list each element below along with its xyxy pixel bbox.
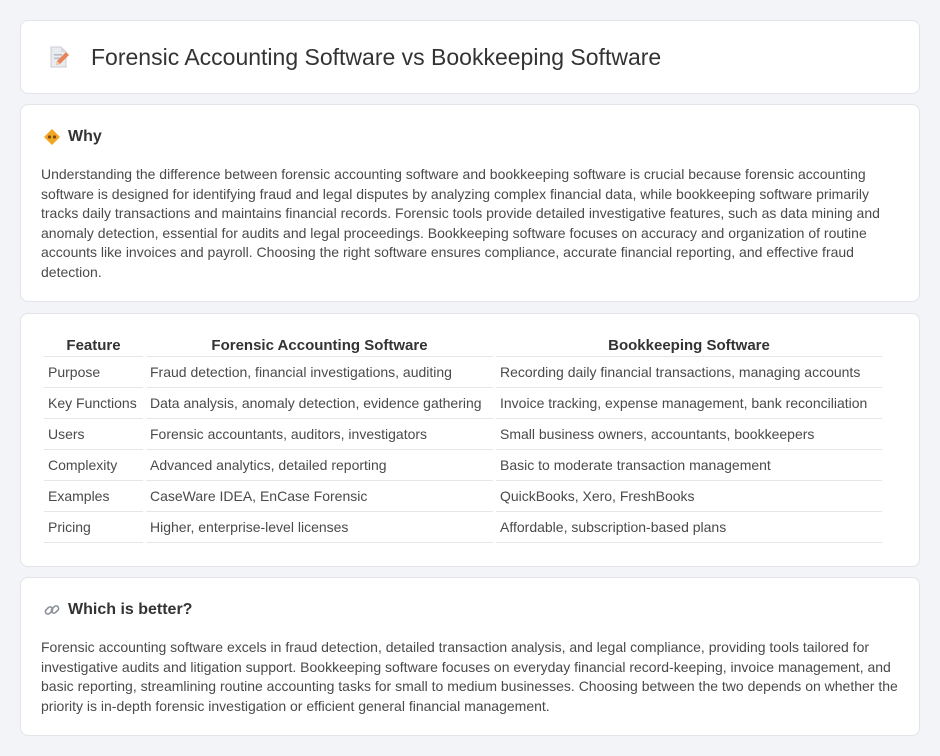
- row-bookkeeping: Affordable, subscription-based plans: [496, 512, 882, 543]
- row-bookkeeping: QuickBooks, Xero, FreshBooks: [496, 481, 882, 512]
- comparison-card: Feature Forensic Accounting Software Boo…: [20, 313, 920, 567]
- table-row: Examples CaseWare IDEA, EnCase Forensic …: [44, 481, 882, 512]
- why-section: Why Understanding the difference between…: [20, 104, 920, 302]
- header-card: Forensic Accounting Software vs Bookkeep…: [20, 20, 920, 94]
- row-forensic: Forensic accountants, auditors, investig…: [146, 419, 493, 450]
- row-bookkeeping: Invoice tracking, expense management, ba…: [496, 388, 882, 419]
- row-forensic: Higher, enterprise-level licenses: [146, 512, 493, 543]
- link-icon: [43, 601, 61, 619]
- row-feature: Purpose: [44, 357, 143, 388]
- comparison-table: Feature Forensic Accounting Software Boo…: [41, 332, 885, 543]
- row-feature: Key Functions: [44, 388, 143, 419]
- header-forensic: Forensic Accounting Software: [146, 332, 493, 357]
- row-feature: Pricing: [44, 512, 143, 543]
- row-feature: Users: [44, 419, 143, 450]
- better-title: Which is better?: [68, 601, 193, 618]
- table-header-row: Feature Forensic Accounting Software Boo…: [44, 332, 882, 357]
- better-text: Forensic accounting software excels in f…: [41, 639, 898, 714]
- why-text: Understanding the difference between for…: [41, 166, 880, 280]
- why-title: Why: [68, 128, 102, 145]
- row-feature: Complexity: [44, 450, 143, 481]
- row-forensic: Data analysis, anomaly detection, eviden…: [146, 388, 493, 419]
- table-row: Complexity Advanced analytics, detailed …: [44, 450, 882, 481]
- row-forensic: Fraud detection, financial investigation…: [146, 357, 493, 388]
- why-heading: Why: [43, 128, 102, 146]
- header-bookkeeping: Bookkeeping Software: [496, 332, 882, 357]
- header-feature: Feature: [44, 332, 143, 357]
- row-forensic: CaseWare IDEA, EnCase Forensic: [146, 481, 493, 512]
- row-bookkeeping: Basic to moderate transaction management: [496, 450, 882, 481]
- table-row: Users Forensic accountants, auditors, in…: [44, 419, 882, 450]
- document-pencil-icon: [47, 45, 71, 69]
- row-bookkeeping: Recording daily financial transactions, …: [496, 357, 882, 388]
- table-row: Pricing Higher, enterprise-level license…: [44, 512, 882, 543]
- better-section: Which is better? Forensic accounting sof…: [20, 577, 920, 736]
- row-bookkeeping: Small business owners, accountants, book…: [496, 419, 882, 450]
- row-forensic: Advanced analytics, detailed reporting: [146, 450, 493, 481]
- diamond-warning-icon: [43, 128, 61, 146]
- table-row: Purpose Fraud detection, financial inves…: [44, 357, 882, 388]
- better-heading: Which is better?: [43, 601, 192, 619]
- row-feature: Examples: [44, 481, 143, 512]
- table-row: Key Functions Data analysis, anomaly det…: [44, 388, 882, 419]
- page-title: Forensic Accounting Software vs Bookkeep…: [91, 43, 662, 70]
